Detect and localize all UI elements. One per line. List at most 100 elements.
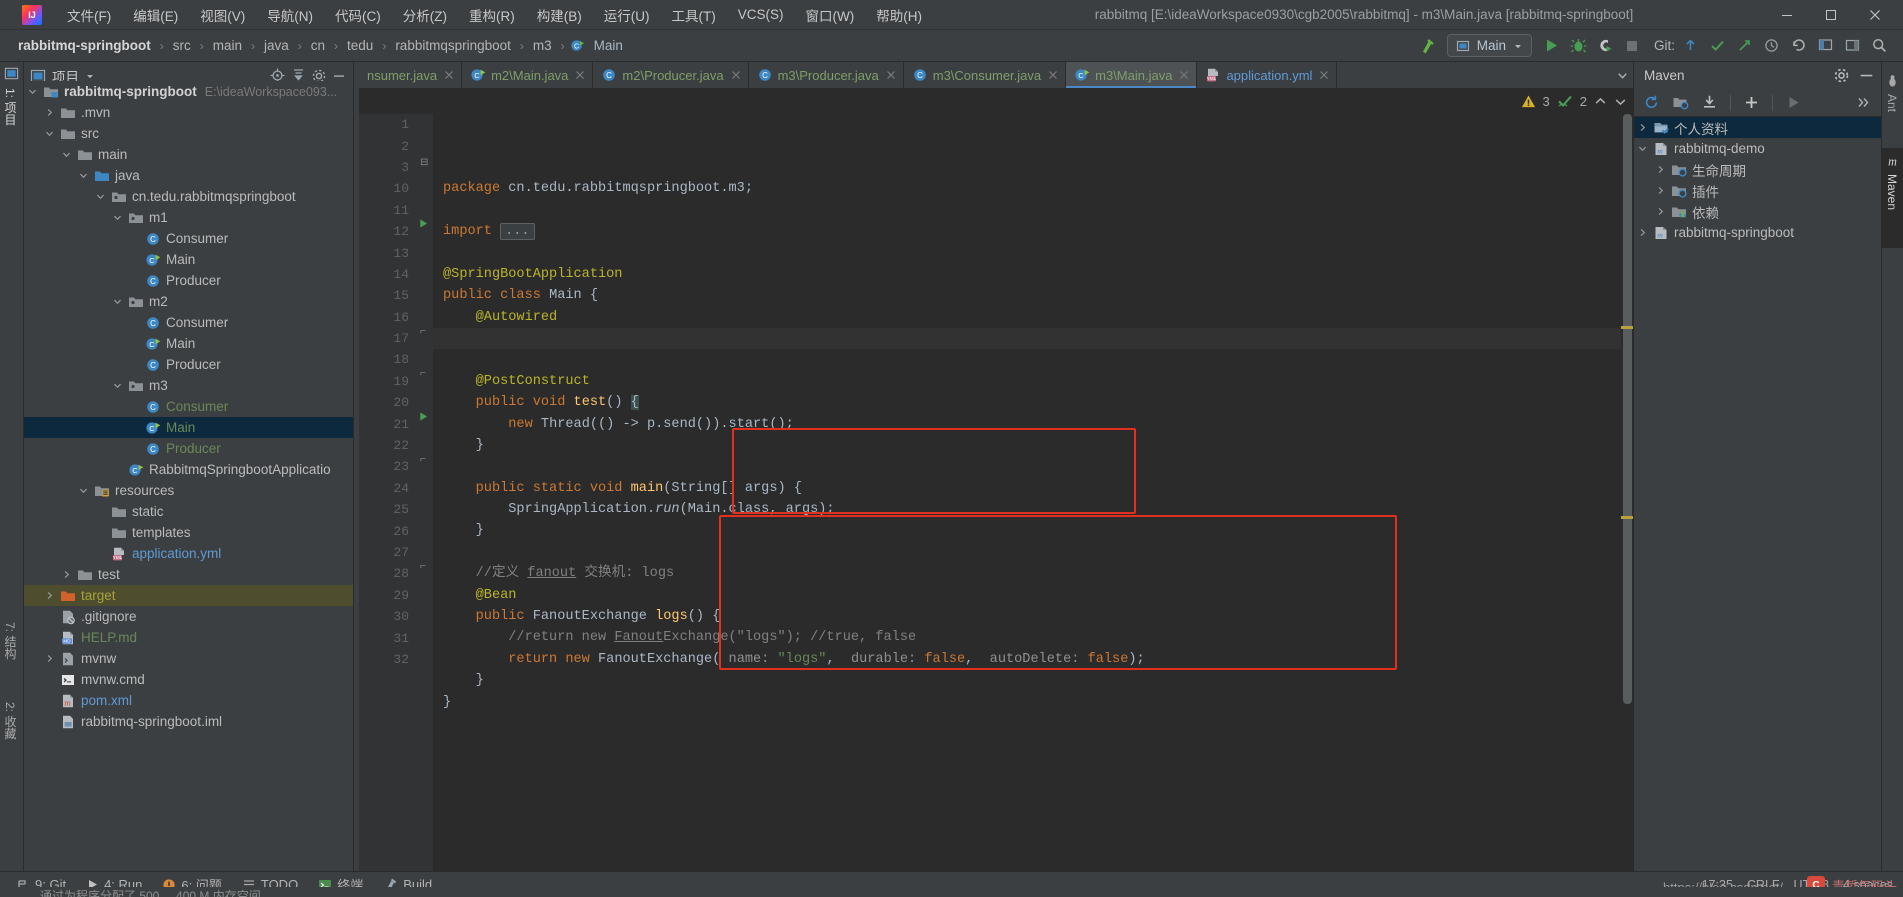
breadcrumb-item-2[interactable]: main — [209, 37, 246, 54]
project-tree-item-target[interactable]: target — [24, 585, 353, 606]
editor-tab-bar[interactable]: nsumer.java Cm2\Main.java Cm2\Producer.jav… — [359, 62, 1633, 88]
project-tree-item-resources[interactable]: resources — [24, 480, 353, 501]
project-tree-item-rabbitmq-springboot[interactable]: rabbitmq-springboot E:\ideaWorkspace093..… — [24, 81, 353, 102]
build-hammer-icon[interactable] — [1414, 34, 1441, 58]
editor-tab-nsumer-java[interactable]: nsumer.java — [359, 62, 463, 88]
close-icon[interactable] — [886, 70, 896, 80]
chevron-down-icon[interactable] — [1638, 144, 1652, 153]
project-tree-item-producer[interactable]: C Producer — [24, 354, 353, 375]
reimport-icon[interactable] — [1638, 91, 1665, 115]
fold-icon[interactable]: ⌐ — [420, 561, 426, 572]
fold-icon[interactable]: ⌐ — [420, 454, 426, 465]
menu-file[interactable]: 文件(F) — [56, 2, 122, 28]
strip-tab-maven[interactable]: Maven — [1885, 174, 1899, 210]
menu-vcs[interactable]: VCS(S) — [727, 4, 795, 25]
breadcrumb-item-5[interactable]: tedu — [343, 37, 377, 54]
generate-sources-icon[interactable] — [1667, 91, 1694, 115]
chevron-down-icon[interactable] — [28, 87, 42, 96]
project-tree-item--gitignore[interactable]: .gitignore — [24, 606, 353, 627]
close-icon[interactable] — [1179, 70, 1189, 80]
git-push-icon[interactable] — [1731, 34, 1758, 58]
project-tree-item-consumer[interactable]: C Consumer — [24, 228, 353, 249]
chevron-down-icon[interactable] — [79, 171, 93, 180]
code-editor[interactable]: 1 2 3 10 11 12 13 14 15 16 17 18 19 20 21 22 23 24 25 26 27 2… — [359, 114, 1633, 871]
maven-tree-item-2[interactable]: 生命周期 — [1634, 159, 1881, 180]
maven-tree-item-0[interactable]: 个人资料 — [1634, 117, 1881, 138]
stop-icon[interactable] — [1619, 34, 1646, 58]
close-button[interactable] — [1853, 0, 1897, 30]
editor-tab-m3-consumer-java[interactable]: Cm3\Consumer.java — [904, 62, 1067, 88]
editor-tab-m2-main-java[interactable]: Cm2\Main.java — [462, 62, 594, 88]
run-icon[interactable] — [1538, 34, 1565, 58]
git-update-icon[interactable] — [1677, 34, 1704, 58]
editor-tab-m3-producer-java[interactable]: Cm3\Producer.java — [749, 62, 904, 88]
close-icon[interactable] — [731, 70, 741, 80]
run-gutter-icon-main[interactable] — [418, 411, 429, 422]
maven-tree-item-3[interactable]: 插件 — [1634, 180, 1881, 201]
tab-overflow-chevron-icon[interactable] — [1611, 62, 1633, 88]
breadcrumb-item-3[interactable]: java — [260, 37, 293, 54]
add-icon[interactable] — [1738, 91, 1765, 115]
git-commit-icon[interactable] — [1704, 34, 1731, 58]
project-tree-item-test[interactable]: test — [24, 564, 353, 585]
search-icon[interactable] — [1866, 34, 1893, 58]
minimize-button[interactable] — [1765, 0, 1809, 30]
hide-panel-icon[interactable] — [1858, 67, 1875, 84]
breadcrumb-item-4[interactable]: cn — [307, 37, 329, 54]
run-maven-build-icon[interactable] — [1780, 91, 1807, 115]
strip-tab-favorites[interactable]: 2: 收藏 — [2, 702, 19, 739]
close-icon[interactable] — [575, 70, 585, 80]
close-icon[interactable] — [1319, 70, 1329, 80]
chevron-down-icon[interactable] — [62, 150, 76, 159]
close-icon[interactable] — [444, 70, 454, 80]
fold-icon[interactable]: ⌐ — [420, 326, 426, 337]
chevron-right-icon[interactable] — [1656, 207, 1670, 216]
inspection-check-icon[interactable] — [1557, 93, 1573, 109]
project-tree-item-main[interactable]: main — [24, 144, 353, 165]
chevron-right-icon[interactable] — [1656, 165, 1670, 174]
menu-code[interactable]: 代码(C) — [324, 2, 392, 28]
menu-window[interactable]: 窗口(W) — [795, 2, 866, 28]
breadcrumb-item-8-wrap[interactable]: C Main — [570, 37, 627, 54]
history-icon[interactable] — [1758, 34, 1785, 58]
menu-analyze[interactable]: 分析(Z) — [392, 2, 458, 28]
project-tree-item-templates[interactable]: templates — [24, 522, 353, 543]
project-tree-item-src[interactable]: src — [24, 123, 353, 144]
project-tree-item-consumer[interactable]: C Consumer — [24, 396, 353, 417]
chevron-right-icon[interactable] — [1638, 228, 1652, 237]
menu-build[interactable]: 构建(B) — [526, 2, 593, 28]
breadcrumb-item-7[interactable]: m3 — [529, 37, 556, 54]
code-content[interactable]: package cn.tedu.rabbitmqspringboot.m3; i… — [433, 114, 1633, 871]
project-tree-item-main[interactable]: C Main — [24, 417, 353, 438]
chevron-down-icon[interactable] — [1614, 95, 1627, 108]
menu-refactor[interactable]: 重构(R) — [458, 2, 526, 28]
menu-view[interactable]: 视图(V) — [189, 2, 256, 28]
chevron-right-icon[interactable] — [1656, 186, 1670, 195]
fold-icon[interactable]: ⊟ — [420, 157, 428, 168]
run-configuration-selector[interactable]: Main — [1446, 34, 1532, 57]
project-tree-item-application-yml[interactable]: YML application.yml — [24, 543, 353, 564]
project-tree-item-java[interactable]: java — [24, 165, 353, 186]
menu-run[interactable]: 运行(U) — [593, 2, 661, 28]
chevron-down-icon[interactable] — [79, 486, 93, 495]
maven-tree-item-5[interactable]: m rabbitmq-springboot — [1634, 222, 1881, 243]
project-tree-item--mvn[interactable]: .mvn — [24, 102, 353, 123]
project-tree-item-m3[interactable]: m3 — [24, 375, 353, 396]
chevron-down-icon[interactable] — [96, 192, 110, 201]
chevron-down-icon[interactable] — [113, 297, 127, 306]
layout-icon[interactable] — [1839, 34, 1866, 58]
project-tree-item-m1[interactable]: m1 — [24, 207, 353, 228]
project-tree-item-producer[interactable]: C Producer — [24, 270, 353, 291]
fold-icon[interactable]: ⌐ — [420, 368, 426, 379]
project-tree-item-main[interactable]: C Main — [24, 249, 353, 270]
project-tree-item-rabbitmq-springboot-iml[interactable]: rabbitmq-springboot.iml — [24, 711, 353, 732]
editor-tab-m2-producer-java[interactable]: Cm2\Producer.java — [593, 62, 749, 88]
chevron-right-icon[interactable] — [1638, 123, 1652, 132]
strip-tab-ant[interactable]: Ant — [1885, 94, 1899, 112]
editor-tab-application-yml[interactable]: YML application.yml — [1197, 62, 1338, 88]
menu-edit[interactable]: 编辑(E) — [122, 2, 189, 28]
chevron-down-icon[interactable] — [113, 213, 127, 222]
project-tree-item-static[interactable]: static — [24, 501, 353, 522]
menu-help[interactable]: 帮助(H) — [865, 2, 933, 28]
project-tree-item-cn-tedu-rabbitmqspringboot[interactable]: cn.tedu.rabbitmqspringboot — [24, 186, 353, 207]
